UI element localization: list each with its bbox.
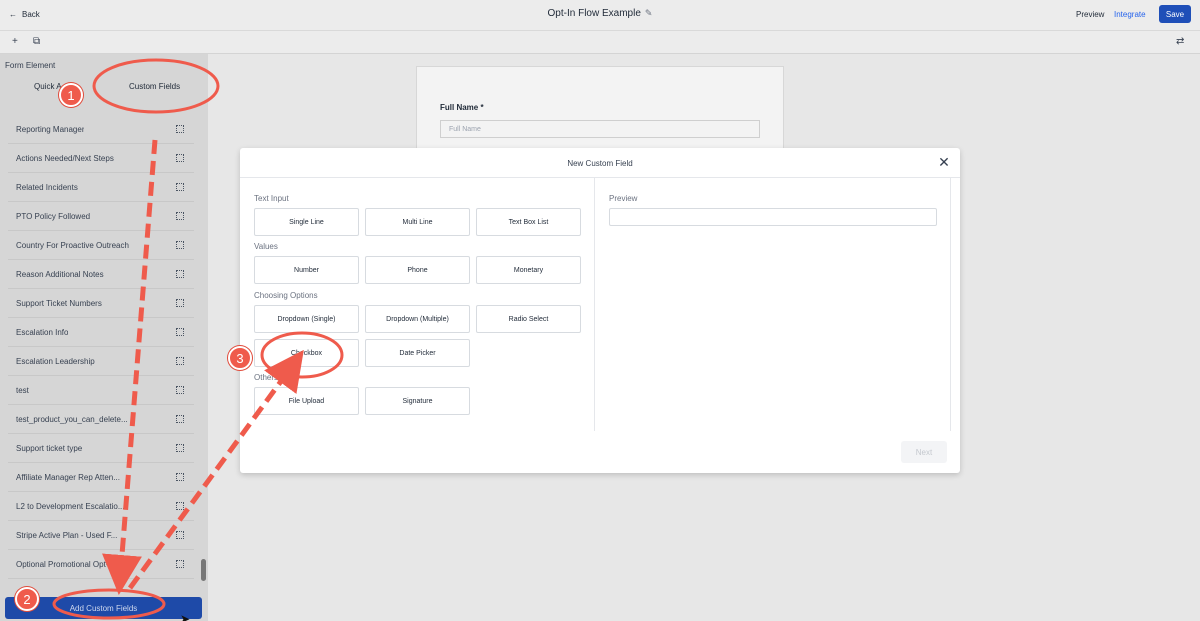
- list-item-label: test_product_you_can_delete...: [16, 414, 128, 424]
- full-name-label: Full Name *: [440, 103, 484, 112]
- list-item[interactable]: Reporting Manager: [8, 115, 194, 144]
- step-badge-1: 1: [59, 83, 83, 107]
- list-item[interactable]: test_product_you_can_delete...: [8, 405, 194, 434]
- option-file-upload[interactable]: File Upload: [254, 387, 359, 415]
- step-badge-3: 3: [228, 346, 252, 370]
- layers-icon[interactable]: ⧉: [33, 36, 40, 47]
- list-item[interactable]: Escalation Leadership: [8, 347, 194, 376]
- option-multi-line[interactable]: Multi Line: [365, 208, 470, 236]
- option-phone[interactable]: Phone: [365, 256, 470, 284]
- list-item[interactable]: test: [8, 376, 194, 405]
- option-radio-select[interactable]: Radio Select: [476, 305, 581, 333]
- list-item-label: Affiliate Manager Rep Atten...: [16, 472, 120, 482]
- section-text-input: Text Input: [254, 194, 289, 203]
- list-item[interactable]: Affiliate Manager Rep Atten...: [8, 463, 194, 492]
- section-others: Others: [254, 373, 279, 382]
- drag-handle-icon[interactable]: [176, 357, 184, 365]
- drag-handle-icon[interactable]: [176, 212, 184, 220]
- drag-handle-icon[interactable]: [176, 328, 184, 336]
- drag-handle-icon[interactable]: [176, 154, 184, 162]
- option-monetary[interactable]: Monetary: [476, 256, 581, 284]
- list-item-label: Actions Needed/Next Steps: [16, 153, 114, 163]
- sidebar-scrollbar[interactable]: [201, 559, 206, 581]
- integrate-link[interactable]: Integrate: [1114, 10, 1146, 19]
- list-item[interactable]: L2 to Development Escalatio...: [8, 492, 194, 521]
- save-button[interactable]: Save: [1159, 5, 1191, 23]
- top-bar: ← Back Opt-In Flow Example ✎ Preview Inte…: [0, 0, 1200, 30]
- option-signature[interactable]: Signature: [365, 387, 470, 415]
- tab-quick-add[interactable]: Quick A: [34, 82, 62, 91]
- list-item[interactable]: Country For Proactive Outreach: [8, 231, 194, 260]
- modal-right-border: [950, 178, 951, 431]
- sidebar-section-label: Form Element: [5, 61, 56, 70]
- list-item[interactable]: Related Incidents: [8, 173, 194, 202]
- option-date-picker[interactable]: Date Picker: [365, 339, 470, 367]
- preview-label: Preview: [609, 194, 638, 203]
- modal-title: New Custom Field: [567, 159, 633, 168]
- pencil-icon[interactable]: ✎: [645, 8, 653, 19]
- settings-sliders-icon[interactable]: ⇄: [1176, 36, 1184, 47]
- new-custom-field-modal: New Custom Field ✕ Text Input Single Lin…: [240, 148, 960, 473]
- sidebar: Form Element Quick A Custom Fields Repor…: [0, 54, 208, 621]
- list-item[interactable]: Support Ticket Numbers: [8, 289, 194, 318]
- list-item[interactable]: Support ticket type: [8, 434, 194, 463]
- full-name-input[interactable]: Full Name: [440, 120, 760, 138]
- page-title: Opt-In Flow Example ✎: [0, 8, 1200, 19]
- drag-handle-icon[interactable]: [176, 502, 184, 510]
- list-item-label: Escalation Info: [16, 327, 69, 337]
- drag-handle-icon[interactable]: [176, 125, 184, 133]
- option-number[interactable]: Number: [254, 256, 359, 284]
- list-item-label: test: [16, 385, 29, 395]
- drag-handle-icon[interactable]: [176, 299, 184, 307]
- modal-header: New Custom Field ✕: [240, 148, 960, 178]
- list-item-label: Optional Promotional Opt-In: [16, 559, 116, 569]
- plus-icon[interactable]: +: [12, 36, 18, 47]
- custom-fields-list: Reporting Manager Actions Needed/Next St…: [8, 115, 194, 579]
- option-single-line[interactable]: Single Line: [254, 208, 359, 236]
- list-item-label: Reason Additional Notes: [16, 269, 104, 279]
- list-item[interactable]: Escalation Info: [8, 318, 194, 347]
- list-item[interactable]: Reason Additional Notes: [8, 260, 194, 289]
- option-dropdown-multiple[interactable]: Dropdown (Multiple): [365, 305, 470, 333]
- mouse-cursor-icon: ➤: [180, 612, 191, 621]
- section-choosing-options: Choosing Options: [254, 291, 318, 300]
- modal-divider: [594, 178, 595, 431]
- list-item-label: Escalation Leadership: [16, 356, 95, 366]
- drag-handle-icon[interactable]: [176, 444, 184, 452]
- page-title-text: Opt-In Flow Example: [547, 8, 641, 19]
- section-values: Values: [254, 242, 278, 251]
- drag-handle-icon[interactable]: [176, 241, 184, 249]
- drag-handle-icon[interactable]: [176, 531, 184, 539]
- list-item-label: Support ticket type: [16, 443, 83, 453]
- toolbar: + ⧉ ⇄: [0, 30, 1200, 54]
- list-item[interactable]: Actions Needed/Next Steps: [8, 144, 194, 173]
- list-item-label: PTO Policy Followed: [16, 211, 91, 221]
- list-item-label: Country For Proactive Outreach: [16, 240, 129, 250]
- list-item-label: L2 to Development Escalatio...: [16, 501, 125, 511]
- step-badge-2: 2: [15, 587, 39, 611]
- preview-link[interactable]: Preview: [1076, 10, 1104, 19]
- sidebar-tabs: Quick A Custom Fields: [0, 76, 208, 98]
- list-item-label: Stripe Active Plan - Used F...: [16, 530, 118, 540]
- list-item[interactable]: PTO Policy Followed: [8, 202, 194, 231]
- tab-custom-fields[interactable]: Custom Fields: [129, 82, 180, 91]
- preview-box: [609, 208, 937, 226]
- option-checkbox[interactable]: Checkbox: [254, 339, 359, 367]
- drag-handle-icon[interactable]: [176, 415, 184, 423]
- drag-handle-icon[interactable]: [176, 270, 184, 278]
- list-item-label: Related Incidents: [16, 182, 78, 192]
- list-item-label: Reporting Manager: [16, 124, 85, 134]
- drag-handle-icon[interactable]: [176, 473, 184, 481]
- next-button[interactable]: Next: [901, 441, 947, 463]
- close-icon[interactable]: ✕: [936, 154, 952, 170]
- drag-handle-icon[interactable]: [176, 183, 184, 191]
- drag-handle-icon[interactable]: [176, 386, 184, 394]
- option-text-box-list[interactable]: Text Box List: [476, 208, 581, 236]
- list-item[interactable]: Optional Promotional Opt-In: [8, 550, 194, 579]
- list-item[interactable]: Stripe Active Plan - Used F...: [8, 521, 194, 550]
- list-item-label: Support Ticket Numbers: [16, 298, 102, 308]
- option-dropdown-single[interactable]: Dropdown (Single): [254, 305, 359, 333]
- drag-handle-icon[interactable]: [176, 560, 184, 568]
